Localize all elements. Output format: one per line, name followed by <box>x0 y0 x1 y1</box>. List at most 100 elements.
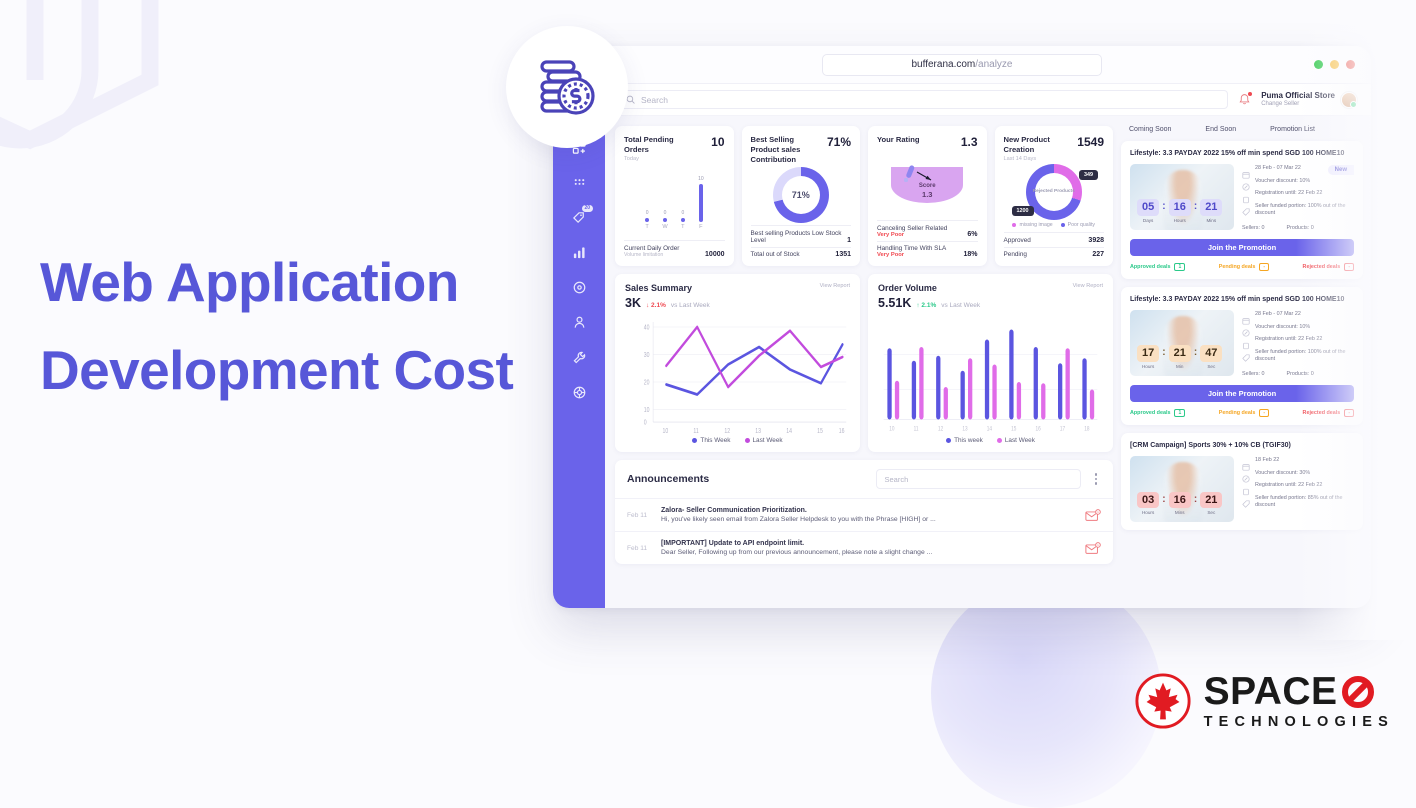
countdown-timer: 05 Days : 16 Hours : 21 Mins <box>1137 199 1223 223</box>
promo-funded: Seller funded portion: 100% out of the d… <box>1255 202 1346 216</box>
timer-label: Sec <box>1207 510 1216 516</box>
timer-value: 21 <box>1168 345 1191 363</box>
window-dot-yellow[interactable] <box>1330 60 1339 69</box>
new-badge: New <box>1327 165 1354 175</box>
chart-card-sales-summary: Sales Summary View Report 3K ↓ 2.1% vs L… <box>615 274 860 452</box>
kpi-value: 1549 <box>1077 135 1104 149</box>
sales-chart-legend: This Week Last Week <box>625 437 850 446</box>
announcements-search-input[interactable]: Search <box>875 469 1081 489</box>
join-promotion-button[interactable]: Join the Promotion <box>1130 385 1354 403</box>
legend-label: This week <box>954 437 983 444</box>
pending-deals[interactable]: Pending deals - <box>1219 263 1269 272</box>
avatar[interactable] <box>1341 91 1357 108</box>
list-item[interactable]: Feb 11 [IMPORTANT] Update to API endpoin… <box>615 531 1113 564</box>
promo-registration: Registration until: 22 Feb 22 <box>1255 336 1323 343</box>
notifications-bell-icon[interactable] <box>1238 92 1253 106</box>
timer-label: Hours <box>1141 364 1155 370</box>
window-controls[interactable] <box>1314 60 1355 69</box>
unread-envelope-icon[interactable]: 1 <box>1085 541 1101 555</box>
legend-item: This week <box>946 437 983 444</box>
promo-sellers: Sellers: 0 <box>1242 371 1265 378</box>
kpi-footer: Best selling Products Low Stock Level 1 … <box>750 225 851 258</box>
legend-swatch <box>1060 223 1065 227</box>
url-path: /analyze <box>975 59 1013 70</box>
address-bar[interactable]: bufferana.com/analyze <box>822 53 1102 76</box>
footer-value: 6% <box>967 231 978 238</box>
join-promotion-button[interactable]: Join the Promotion <box>1130 239 1354 257</box>
user-menu[interactable]: Puma Official Store Change Seller <box>1261 91 1357 109</box>
footer-label: Canceling Seller Related <box>877 225 948 232</box>
spaceo-logo: SPACE TECHNOLOGIES <box>1134 672 1394 730</box>
coins-icon <box>540 60 595 115</box>
timer-value: 47 <box>1200 345 1223 363</box>
global-search-input[interactable]: Search <box>617 90 1229 109</box>
svg-text:40: 40 <box>644 325 650 332</box>
kpi-card-best-selling: Best Selling Product sales Contribution … <box>741 126 860 266</box>
unread-envelope-icon[interactable]: 1 <box>1085 508 1101 522</box>
coins-badge <box>506 26 628 148</box>
sidebar-item-target-icon[interactable] <box>572 280 587 295</box>
approved-deals[interactable]: Approved deals 1 <box>1130 263 1186 272</box>
kpi-card-row: Total Pending Orders Today 10 0 T 0 W 0 … <box>615 126 1113 266</box>
legend-item: Poor quality <box>1060 222 1095 228</box>
sidebar-item-tag-discount-icon[interactable]: 20 <box>572 205 593 225</box>
timer-value: 17 <box>1137 345 1160 363</box>
promotion-thumbnail: 05 Days : 16 Hours : 21 Mins <box>1130 164 1234 230</box>
tab-end-soon[interactable]: End Soon <box>1205 126 1236 133</box>
donut-tag-bottom: 1200 <box>1011 206 1034 216</box>
svg-text:17: 17 <box>1060 426 1065 433</box>
window-dot-green[interactable] <box>1314 60 1323 69</box>
deal-count: - <box>1259 263 1269 272</box>
footer-label: Total out of Stock <box>750 251 800 258</box>
promotion-card: [CRM Campaign] Sports 30% + 10% CB (TGIF… <box>1121 433 1363 531</box>
promo-funded: Seller funded portion: 85% out of the di… <box>1255 494 1343 508</box>
window-dot-red[interactable] <box>1346 60 1355 69</box>
sidebar-item-wrench-icon[interactable] <box>572 350 587 365</box>
rejected-deals[interactable]: Rejected deals - <box>1303 409 1354 418</box>
bar-label: W <box>662 224 668 231</box>
countdown-timer: 17 Hours : 21 Min : 47 Sec <box>1137 345 1223 370</box>
bar-col: 0 T <box>680 210 686 230</box>
announcement-desc: Hi, you've likely seen email from Zalora… <box>661 516 936 523</box>
svg-text:16: 16 <box>1036 426 1041 433</box>
svg-text:15: 15 <box>817 429 823 436</box>
announcement-title: [IMPORTANT] Update to API endpoint limit… <box>661 540 805 547</box>
footer-label: Best selling Products Low Stock Level <box>750 230 842 244</box>
list-item[interactable]: Feb 11 Zalora- Seller Communication Prio… <box>615 498 1113 531</box>
timer-value: 21 <box>1200 491 1223 509</box>
timer-value: 16 <box>1168 199 1191 216</box>
clipboard-icon <box>1242 483 1250 495</box>
svg-text:20: 20 <box>644 380 650 387</box>
view-report-link[interactable]: View Report <box>820 283 850 289</box>
app-body: 20 Total Pending Orders Today 10 0 T 0 W… <box>553 116 1371 608</box>
bar-shape <box>698 184 704 223</box>
donut-tag-top: 349 <box>1079 170 1098 181</box>
sidebar-item-settings-gear-icon[interactable] <box>572 385 587 400</box>
sidebar-item-apps-dots-icon[interactable] <box>572 175 587 190</box>
deal-count: 1 <box>1174 409 1186 418</box>
sales-contribution-donut: 71% <box>772 166 829 223</box>
promotion-thumbnail: 03 Hours : 16 Mins : 21 Sec <box>1130 456 1234 523</box>
sidebar-item-user-icon[interactable] <box>572 315 587 330</box>
tab-promotion-list[interactable]: Promotion List <box>1270 126 1315 133</box>
sidebar-item-bar-chart-icon[interactable] <box>572 245 587 260</box>
kpi-footer: Current Daily Order Volume limitation 10… <box>624 240 725 258</box>
promo-voucher: Voucher discount: 10% <box>1255 323 1311 330</box>
rejected-deals[interactable]: Rejected deals - <box>1303 263 1354 272</box>
svg-text:10: 10 <box>663 429 669 436</box>
svg-text:11: 11 <box>693 429 699 436</box>
deal-count: 1 <box>1174 263 1186 272</box>
view-report-link[interactable]: View Report <box>1073 283 1103 289</box>
footer-value: 3928 <box>1088 237 1104 244</box>
announcements-more-icon[interactable] <box>1091 471 1102 487</box>
approved-deals[interactable]: Approved deals 1 <box>1130 409 1186 418</box>
tab-coming-soon[interactable]: Coming Soon <box>1129 126 1171 133</box>
pending-deals[interactable]: Pending deals - <box>1219 409 1269 418</box>
footer-value: 10000 <box>705 251 725 258</box>
bar-shape <box>644 217 650 223</box>
deal-count: - <box>1259 409 1269 418</box>
deal-count: - <box>1344 409 1354 418</box>
kpi-title: Your Rating <box>877 135 920 144</box>
change-seller-link[interactable]: Change Seller <box>1261 101 1335 109</box>
promotion-title: Lifestyle: 3.3 PAYDAY 2022 15% off min s… <box>1130 150 1345 157</box>
